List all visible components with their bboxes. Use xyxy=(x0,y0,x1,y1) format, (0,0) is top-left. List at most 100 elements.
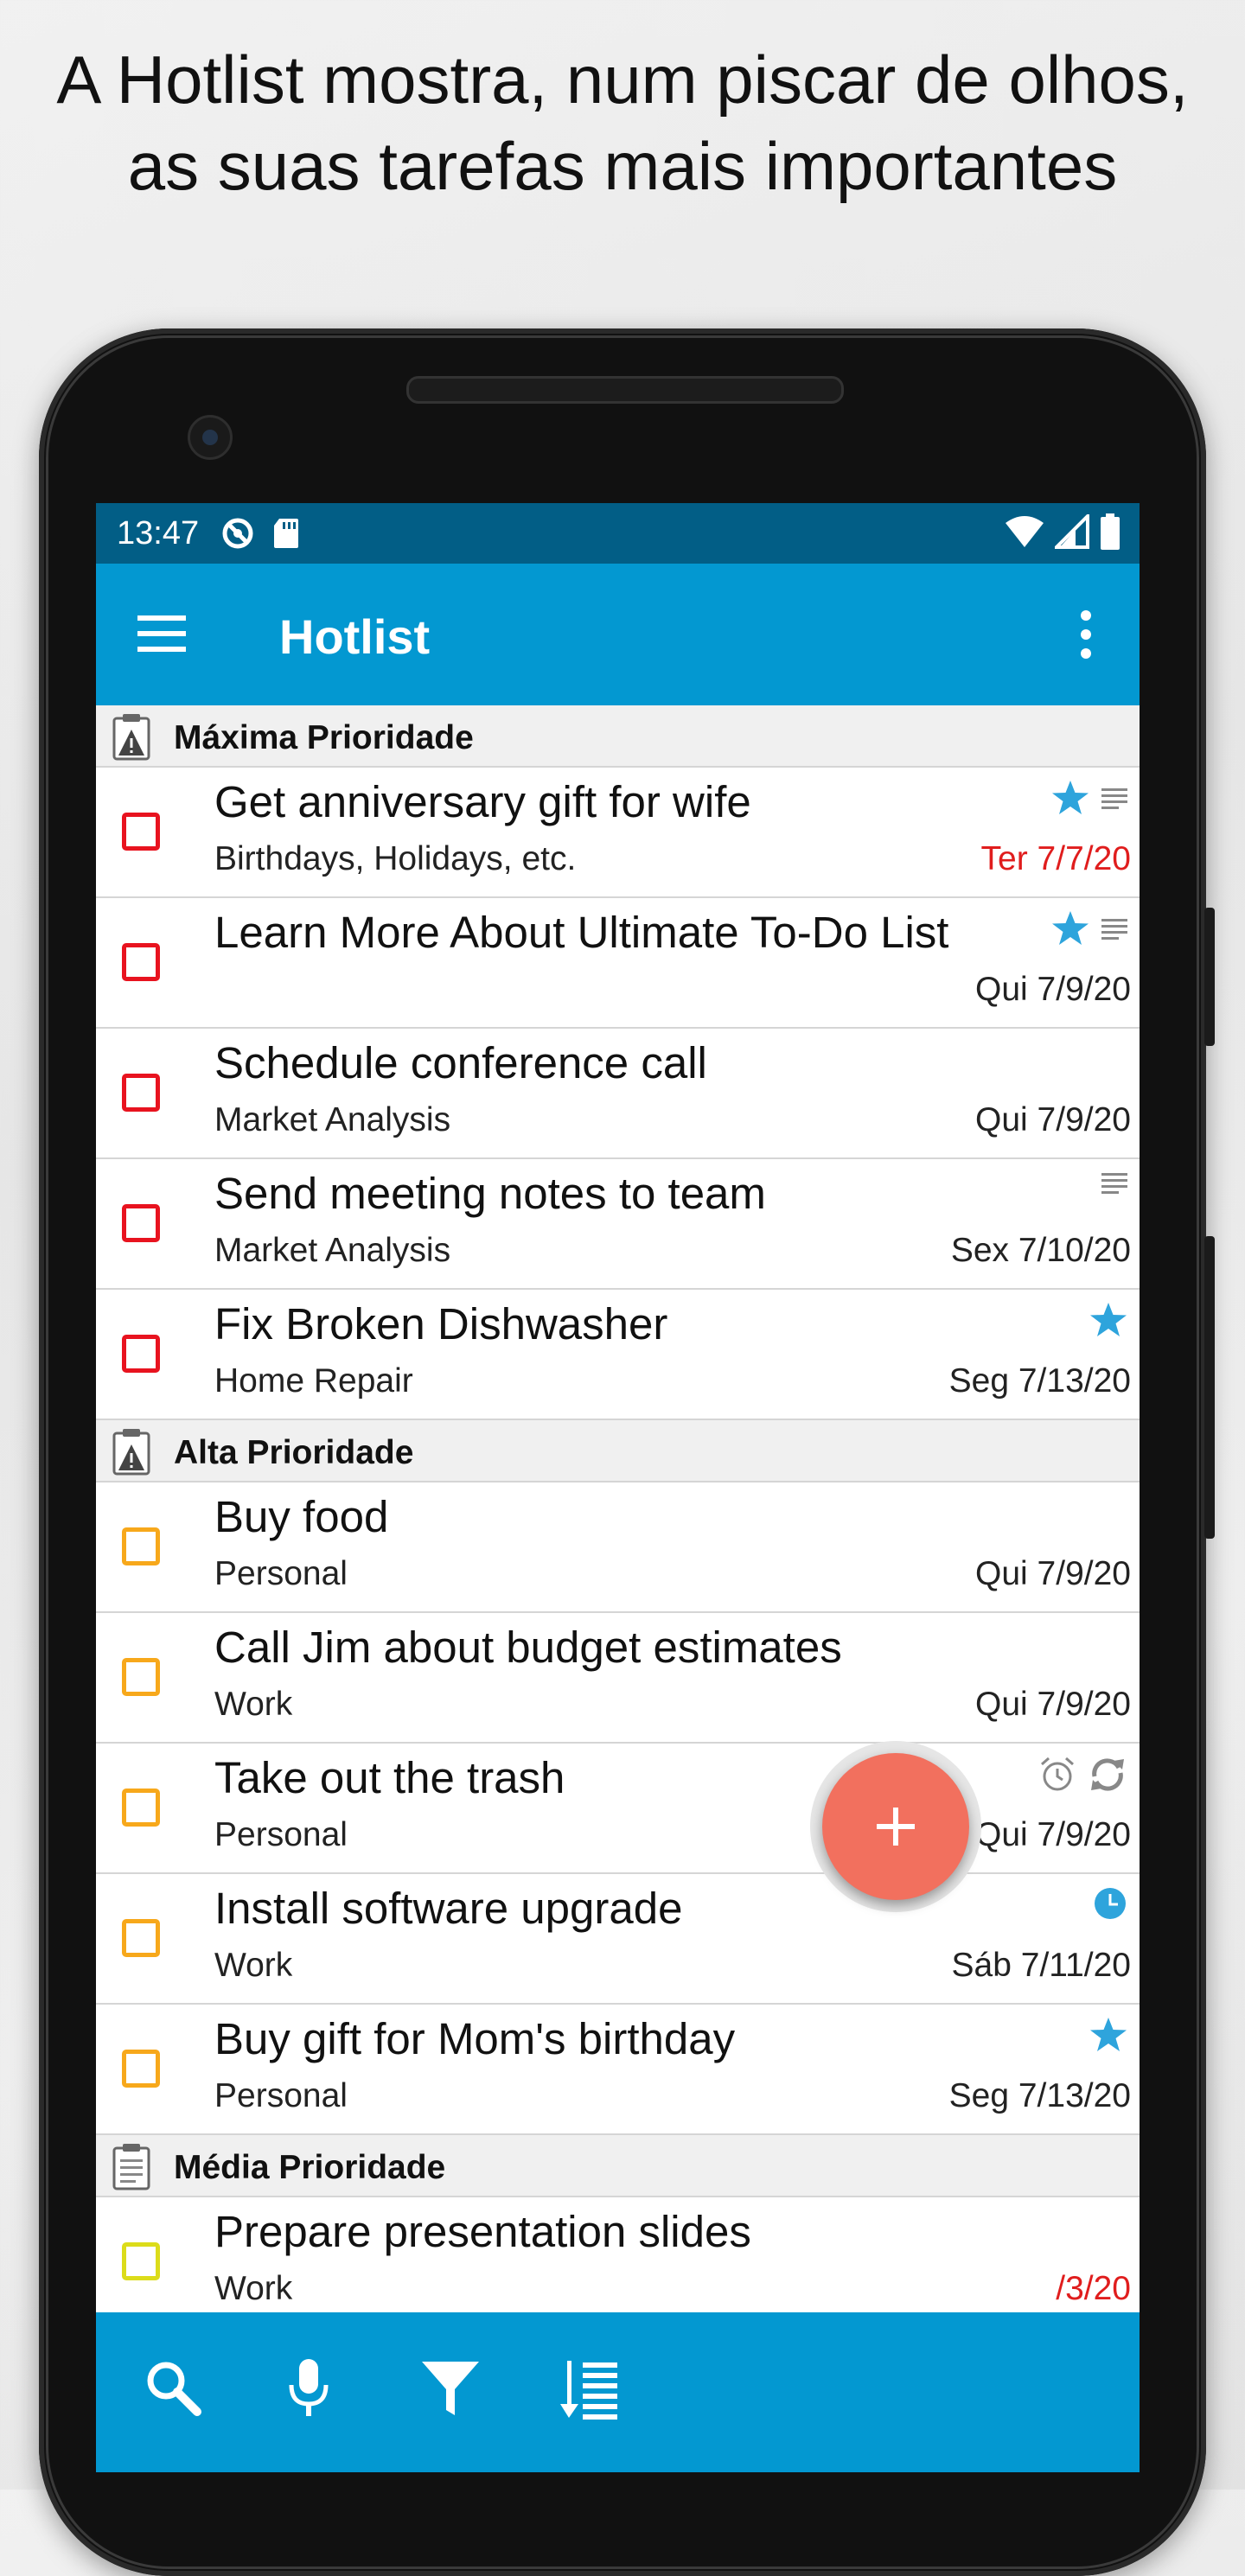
task-row[interactable]: Call Jim about budget estimates Work Qui 7… xyxy=(96,1613,1140,1744)
task-due-date: Sáb 7/11/20 xyxy=(951,1947,1131,1984)
task-row[interactable]: Install software upgrade Work Sáb 7/11/20 xyxy=(96,1874,1140,2005)
section-header: Alta Prioridade xyxy=(96,1420,1140,1482)
clock-icon xyxy=(1093,1886,1127,1925)
volume-button xyxy=(1204,908,1215,1046)
task-checkbox[interactable] xyxy=(122,1204,160,1242)
task-checkbox[interactable] xyxy=(122,2242,160,2280)
task-row[interactable]: Learn More About Ultimate To-Do List Qui … xyxy=(96,898,1140,1029)
note-icon xyxy=(1101,1171,1127,1198)
task-checkbox[interactable] xyxy=(122,1789,160,1827)
task-row[interactable]: Schedule conference call Market Analysis Q… xyxy=(96,1029,1140,1159)
task-due-date: Ter 7/7/20 xyxy=(980,840,1131,877)
task-name: Send meeting notes to team xyxy=(214,1169,766,1218)
task-checkbox[interactable] xyxy=(122,1074,160,1112)
task-category: Market Analysis xyxy=(214,1232,451,1269)
plus-icon xyxy=(877,1808,915,1846)
task-category: Work xyxy=(214,2270,293,2307)
task-due-date: Sex 7/10/20 xyxy=(950,1232,1131,1269)
task-indicators xyxy=(1089,2017,1127,2057)
task-name: Prepare presentation slides xyxy=(214,2207,751,2256)
task-checkbox[interactable] xyxy=(122,1658,160,1696)
sd-card-icon xyxy=(268,515,304,552)
task-category: Birthdays, Holidays, etc. xyxy=(214,840,577,877)
task-row[interactable]: Prepare presentation slides Work/3/20 xyxy=(96,2197,1140,2328)
task-row[interactable]: Buy food Personal Qui 7/9/20 xyxy=(96,1482,1140,1613)
clipboard-icon xyxy=(112,2142,151,2190)
task-checkbox[interactable] xyxy=(122,1527,160,1565)
front-camera xyxy=(188,415,233,460)
task-category: Personal xyxy=(214,2077,348,2114)
task-row[interactable]: Buy gift for Mom's birthday Personal Seg 7… xyxy=(96,2005,1140,2135)
battery-icon xyxy=(1100,513,1120,558)
task-row[interactable]: Send meeting notes to team Market Analysi… xyxy=(96,1159,1140,1290)
priority-alert-clipboard-icon xyxy=(112,712,151,761)
status-bar: 13:47 xyxy=(96,503,1140,564)
task-indicators xyxy=(1101,1171,1127,1198)
star-icon xyxy=(1051,910,1089,951)
task-name: Buy food xyxy=(214,1492,389,1541)
task-name: Fix Broken Dishwasher xyxy=(214,1299,668,1349)
task-checkbox[interactable] xyxy=(122,1919,160,1957)
task-checkbox[interactable] xyxy=(122,813,160,851)
search-icon[interactable] xyxy=(139,2354,208,2423)
phone-screen: 13:47 Hotlist Máxima Prioridade Get anni… xyxy=(96,503,1140,2472)
status-time: 13:47 xyxy=(117,514,200,552)
overflow-menu-icon[interactable] xyxy=(1077,607,1095,662)
sort-icon[interactable] xyxy=(556,2354,625,2423)
task-category: Personal xyxy=(214,1816,348,1853)
task-checkbox[interactable] xyxy=(122,1335,160,1373)
task-checkbox[interactable] xyxy=(122,943,160,981)
task-due-date: Qui 7/9/20 xyxy=(975,971,1131,1008)
task-category: Market Analysis xyxy=(214,1101,451,1138)
task-indicators xyxy=(1089,1302,1127,1342)
task-indicators xyxy=(1051,780,1127,820)
sync-status-icon xyxy=(220,515,256,552)
task-list: Máxima Prioridade Get anniversary gift fo… xyxy=(96,705,1140,2331)
section-header: Média Prioridade xyxy=(96,2135,1140,2197)
task-row[interactable]: Fix Broken Dishwasher Home Repair Seg 7/13… xyxy=(96,1290,1140,1420)
task-indicators xyxy=(1093,1886,1127,1925)
task-category: Work xyxy=(214,1947,293,1984)
section-label: Alta Prioridade xyxy=(174,1434,414,1471)
power-button xyxy=(1204,1236,1215,1539)
task-due-date: Qui 7/9/20 xyxy=(975,1816,1131,1853)
task-name: Call Jim about budget estimates xyxy=(214,1623,842,1672)
note-icon xyxy=(1101,917,1127,944)
add-task-fab[interactable] xyxy=(822,1753,969,1900)
task-row[interactable]: Get anniversary gift for wife Birthdays, … xyxy=(96,768,1140,898)
task-indicators xyxy=(1051,910,1127,951)
task-name: Get anniversary gift for wife xyxy=(214,777,751,826)
task-name: Schedule conference call xyxy=(214,1038,707,1087)
task-name: Buy gift for Mom's birthday xyxy=(214,2014,736,2063)
app-bar: Hotlist xyxy=(96,564,1140,705)
headline: A Hotlist mostra, num piscar de olhos, a… xyxy=(56,41,1189,204)
task-name: Take out the trash xyxy=(214,1753,565,1802)
section-label: Média Prioridade xyxy=(174,2149,446,2186)
task-name: Install software upgrade xyxy=(214,1884,683,1933)
repeat-icon xyxy=(1088,1756,1127,1798)
section-label: Máxima Prioridade xyxy=(174,719,474,756)
alarm-icon xyxy=(1039,1757,1076,1797)
section-header: Máxima Prioridade xyxy=(96,705,1140,768)
hamburger-menu-icon[interactable] xyxy=(137,612,186,655)
task-category: Home Repair xyxy=(214,1362,413,1400)
task-due-date: Qui 7/9/20 xyxy=(975,1686,1131,1723)
task-due-date: Seg 7/13/20 xyxy=(948,2077,1131,2114)
task-due-date: Seg 7/13/20 xyxy=(948,1362,1131,1400)
cell-signal-icon xyxy=(1052,512,1089,558)
task-due-date: Qui 7/9/20 xyxy=(975,1101,1131,1138)
task-category: Personal xyxy=(214,1555,348,1592)
note-icon xyxy=(1101,787,1127,813)
app-title: Hotlist xyxy=(279,609,431,664)
task-checkbox[interactable] xyxy=(122,2050,160,2088)
microphone-icon[interactable] xyxy=(274,2354,343,2423)
bottom-toolbar xyxy=(96,2312,1140,2472)
priority-alert-clipboard-icon xyxy=(112,1427,151,1476)
star-icon xyxy=(1089,1302,1127,1342)
task-due-date: Qui 7/9/20 xyxy=(975,1555,1131,1592)
star-icon xyxy=(1051,780,1089,820)
task-row[interactable]: Take out the trash Personal Qui 7/9/20 xyxy=(96,1744,1140,1874)
filter-icon[interactable] xyxy=(416,2354,485,2423)
speaker-grille xyxy=(406,376,844,404)
wifi-icon xyxy=(1005,514,1044,558)
